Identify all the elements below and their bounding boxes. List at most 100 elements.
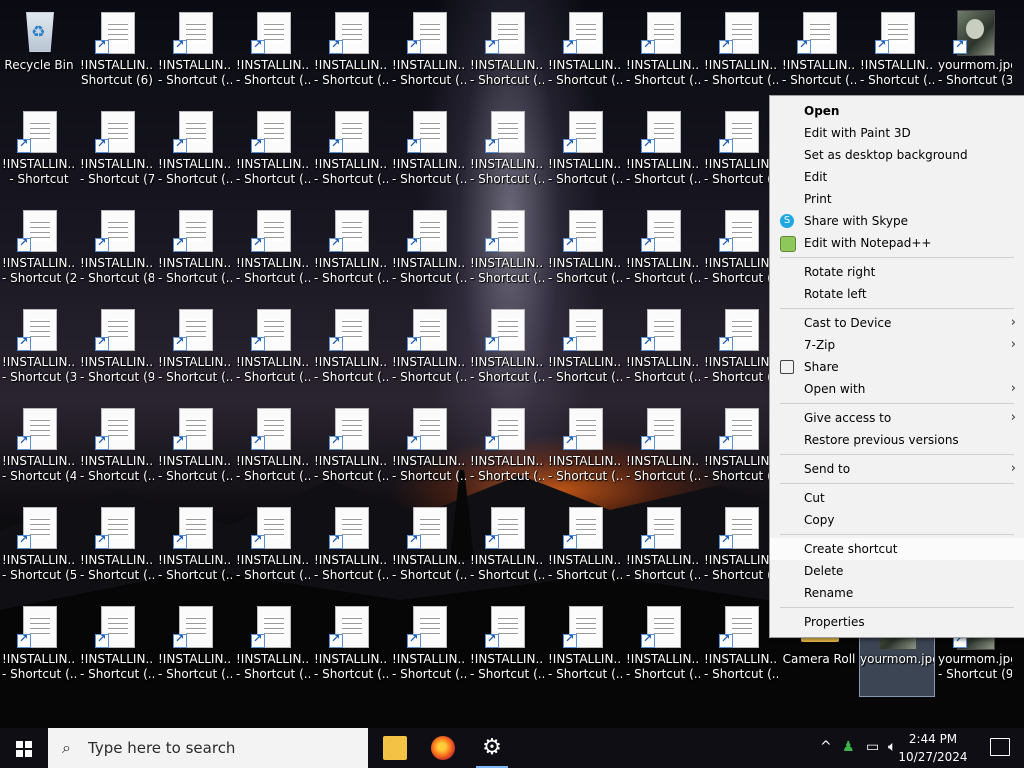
- desktop-icon[interactable]: !INSTALLIN...- Shortcut (...: [470, 105, 544, 201]
- desktop-icon[interactable]: !INSTALLIN...- Shortcut (...: [236, 501, 310, 597]
- desktop-icon[interactable]: !INSTALLIN...- Shortcut (...: [392, 105, 466, 201]
- menu-item-restore-previous-versions[interactable]: Restore previous versions: [770, 429, 1024, 451]
- menu-item-rotate-right[interactable]: Rotate right: [770, 261, 1024, 283]
- desktop-icon[interactable]: !INSTALLIN...- Shortcut (...: [470, 204, 544, 300]
- menu-item-edit-with-paint-3d[interactable]: Edit with Paint 3D: [770, 122, 1024, 144]
- desktop-icon[interactable]: !INSTALLIN...- Shortcut (...: [704, 402, 778, 498]
- desktop-icon[interactable]: !INSTALLIN...- Shortcut (4): [2, 402, 76, 498]
- clock[interactable]: 2:44 PM 10/27/2024: [898, 730, 968, 766]
- desktop-icon[interactable]: !INSTALLIN...- Shortcut (...: [314, 204, 388, 300]
- desktop-icon[interactable]: !INSTALLIN...- Shortcut (...: [158, 204, 232, 300]
- menu-item-edit-with-notepadplusplus[interactable]: Edit with Notepad++: [770, 232, 1024, 254]
- desktop-icon[interactable]: !INSTALLIN...- Shortcut (...: [392, 204, 466, 300]
- desktop-icon[interactable]: !INSTALLIN...- Shortcut (...: [470, 501, 544, 597]
- file-explorer-button[interactable]: [371, 728, 419, 768]
- desktop-icon[interactable]: !INSTALLIN...- Shortcut (...: [548, 402, 622, 498]
- desktop-icon[interactable]: !INSTALLIN...- Shortcut (...: [470, 303, 544, 399]
- menu-item-rotate-left[interactable]: Rotate left: [770, 283, 1024, 305]
- desktop-icon[interactable]: !INSTALLIN...- Shortcut (...: [704, 303, 778, 399]
- menu-item-share[interactable]: Share: [770, 356, 1024, 378]
- desktop-icon[interactable]: !INSTALLIN...- Shortcut (...: [314, 105, 388, 201]
- desktop-icon[interactable]: !INSTALLIN...- Shortcut (...: [392, 501, 466, 597]
- settings-button[interactable]: ⚙: [468, 728, 516, 768]
- menu-item-delete[interactable]: Delete: [770, 560, 1024, 582]
- desktop-icon[interactable]: !INSTALLIN...- Shortcut (...: [392, 402, 466, 498]
- desktop-icon[interactable]: !INSTALLIN...- Shortcut (...: [470, 402, 544, 498]
- menu-item-print[interactable]: Print: [770, 188, 1024, 210]
- desktop-icon[interactable]: Recycle Bin: [2, 6, 76, 102]
- desktop-icon[interactable]: !INSTALLIN...- Shortcut (...: [548, 501, 622, 597]
- desktop-icon[interactable]: !INSTALLIN...- Shortcut (...: [80, 600, 154, 696]
- menu-item-share-with-skype[interactable]: S Share with Skype: [770, 210, 1024, 232]
- desktop-icon[interactable]: !INSTALLIN...- Shortcut (...: [626, 402, 700, 498]
- desktop-icon[interactable]: !INSTALLIN...- Shortcut (...: [314, 6, 388, 102]
- desktop-icon[interactable]: !INSTALLIN...- Shortcut (2): [2, 204, 76, 300]
- desktop-icon[interactable]: !INSTALLIN...- Shortcut (...: [626, 105, 700, 201]
- menu-item-send-to[interactable]: Send to ›: [770, 458, 1024, 480]
- desktop-icon[interactable]: !INSTALLIN...- Shortcut (...: [236, 303, 310, 399]
- desktop-icon[interactable]: !INSTALLIN...- Shortcut (...: [314, 303, 388, 399]
- desktop-icon[interactable]: !INSTALLIN...- Shortcut (...: [626, 501, 700, 597]
- desktop-icon[interactable]: yo: [1016, 6, 1024, 102]
- desktop-icon[interactable]: !INSTALLIN...- Shortcut (...: [626, 204, 700, 300]
- desktop-icon[interactable]: !INSTALLIN...- Shortcut (...: [236, 6, 310, 102]
- menu-item-set-as-desktop-background[interactable]: Set as desktop background: [770, 144, 1024, 166]
- desktop-icon[interactable]: !INSTALLIN...- Shortcut (...: [236, 402, 310, 498]
- menu-item-properties[interactable]: Properties: [770, 611, 1024, 633]
- desktop-icon[interactable]: !INSTALLIN...- Shortcut (...: [548, 600, 622, 696]
- notification-center-icon[interactable]: [990, 738, 1010, 756]
- volume-icon[interactable]: 🔈︎: [888, 739, 896, 755]
- desktop-icon[interactable]: !INSTALLIN...- Shortcut (...: [704, 6, 778, 102]
- desktop-icon[interactable]: !INSTALLIN...- Shortcut (...: [236, 105, 310, 201]
- desktop-icon[interactable]: !INSTALLIN...- Shortcut (...: [314, 600, 388, 696]
- menu-item-cut[interactable]: Cut: [770, 487, 1024, 509]
- menu-item-copy[interactable]: Copy: [770, 509, 1024, 531]
- show-hidden-icons-button[interactable]: ^: [820, 739, 832, 755]
- taskbar-search-box[interactable]: ⌕ Type here to search: [48, 728, 368, 768]
- menu-item-open-with[interactable]: Open with ›: [770, 378, 1024, 400]
- desktop-icon[interactable]: !INSTALLIN...- Shortcut (...: [392, 303, 466, 399]
- desktop-icon[interactable]: !INSTALLIN...- Shortcut (...: [158, 303, 232, 399]
- desktop-icon[interactable]: !INSTALLIN...- Shortcut (...: [626, 600, 700, 696]
- desktop-icon[interactable]: !INSTALLIN...- Shortcut (...: [158, 600, 232, 696]
- desktop[interactable]: Recycle Bin!INSTALLIN...Shortcut (6)!INS…: [0, 0, 1024, 728]
- desktop-icon[interactable]: !INSTALLIN...- Shortcut (...: [548, 204, 622, 300]
- desktop-icon[interactable]: !INSTALLIN...- Shortcut (...: [548, 105, 622, 201]
- desktop-icon[interactable]: !INSTALLIN...Shortcut (6): [80, 6, 154, 102]
- start-button[interactable]: [0, 728, 48, 768]
- desktop-icon[interactable]: !INSTALLIN...- Shortcut (7): [80, 105, 154, 201]
- desktop-icon[interactable]: !INSTALLIN...- Shortcut (...: [626, 303, 700, 399]
- desktop-icon[interactable]: !INSTALLIN...- Shortcut (...: [548, 6, 622, 102]
- network-icon[interactable]: ▭: [866, 739, 879, 755]
- desktop-icon[interactable]: !INSTALLIN...- Shortcut (...: [470, 600, 544, 696]
- desktop-icon[interactable]: !INSTALLIN...- Shortcut (...: [704, 105, 778, 201]
- firefox-button[interactable]: [419, 728, 467, 768]
- desktop-icon[interactable]: yourmom.jpg- Shortcut (3): [938, 6, 1012, 102]
- desktop-icon[interactable]: !INSTALLIN...- Shortcut (...: [80, 501, 154, 597]
- desktop-icon[interactable]: !INSTALLIN...- Shortcut (...: [314, 402, 388, 498]
- desktop-icon[interactable]: !INSTALLIN...- Shortcut (5): [2, 501, 76, 597]
- tray-app-icon[interactable]: ♟: [842, 739, 855, 755]
- menu-item-open[interactable]: Open: [770, 100, 1024, 122]
- desktop-icon[interactable]: !INSTALLIN...- Shortcut (3): [2, 303, 76, 399]
- desktop-icon[interactable]: !INSTALLIN...- Shortcut (...: [2, 600, 76, 696]
- desktop-icon[interactable]: !INSTALLIN...- Shortcut (...: [392, 600, 466, 696]
- desktop-icon[interactable]: !INSTALLIN...- Shortcut (9): [80, 303, 154, 399]
- desktop-icon[interactable]: !INSTALLIN...- Shortcut (...: [704, 501, 778, 597]
- desktop-icon[interactable]: !INSTALLIN...- Shortcut (...: [158, 501, 232, 597]
- menu-item-rename[interactable]: Rename: [770, 582, 1024, 604]
- desktop-icon[interactable]: !INSTALLIN...- Shortcut (...: [158, 105, 232, 201]
- menu-item-edit[interactable]: Edit: [770, 166, 1024, 188]
- desktop-icon[interactable]: !INSTALLIN...- Shortcut (...: [782, 6, 856, 102]
- desktop-icon[interactable]: !INSTALLIN...- Shortcut (...: [236, 204, 310, 300]
- desktop-icon[interactable]: !INSTALLIN...- Shortcut (...: [392, 6, 466, 102]
- desktop-icon[interactable]: !INSTALLIN...- Shortcut (...: [158, 402, 232, 498]
- desktop-icon[interactable]: !INSTALLIN...- Shortcut (...: [158, 6, 232, 102]
- desktop-icon[interactable]: !INSTALLIN...- Shortcut (...: [548, 303, 622, 399]
- desktop-icon[interactable]: !INSTALLIN...- Shortcut (8): [80, 204, 154, 300]
- menu-item-give-access-to[interactable]: Give access to ›: [770, 407, 1024, 429]
- menu-item-cast-to-device[interactable]: Cast to Device ›: [770, 312, 1024, 334]
- desktop-icon[interactable]: !INSTALLIN...- Shortcut (...: [704, 600, 778, 696]
- desktop-icon[interactable]: !INSTALLIN...- Shortcut (...: [704, 204, 778, 300]
- desktop-icon[interactable]: !INSTALLIN...- Shortcut (...: [80, 402, 154, 498]
